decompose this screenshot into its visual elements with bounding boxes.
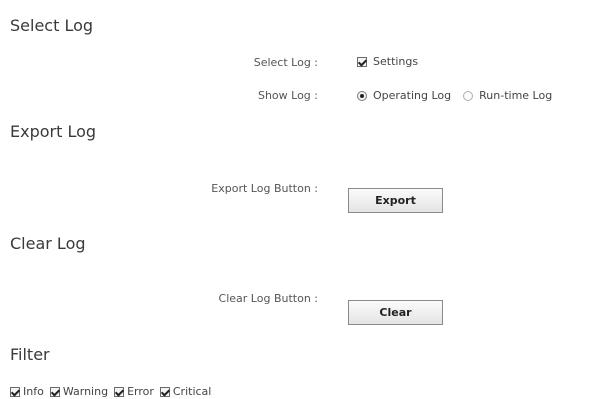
clear-log-heading: Clear Log [10,234,86,253]
export-button[interactable]: Export [348,188,443,213]
filter-info-label: Info [23,385,44,398]
filter-info-checkbox[interactable] [10,386,20,397]
settings-checkbox[interactable] [357,56,367,67]
filter-heading: Filter [10,345,50,364]
filter-warning-option[interactable]: Warning [49,385,109,398]
operating-log-label: Operating Log [373,89,452,102]
runtime-log-option[interactable]: Run-time Log [463,89,552,102]
operating-log-radio[interactable] [357,90,367,101]
filter-critical-label: Critical [172,385,212,398]
filter-error-label: Error [127,385,154,398]
export-log-heading: Export Log [10,122,97,141]
filter-error-option[interactable]: Error [114,385,154,398]
show-log-label: Show Log : [257,89,318,102]
runtime-log-radio[interactable] [463,90,474,101]
clear-button[interactable]: Clear [348,300,443,325]
filter-warning-label: Warning [62,385,109,398]
log-settings-page: Select Log Select Log : Settings Show Lo… [0,0,601,399]
filter-critical-option[interactable]: Critical [159,385,212,398]
filter-warning-checkbox[interactable] [49,386,60,397]
select-log-heading: Select Log [10,16,94,35]
filter-error-checkbox[interactable] [114,386,125,397]
filter-info-option[interactable]: Info [10,385,44,398]
filter-critical-checkbox[interactable] [159,386,170,397]
operating-log-option[interactable]: Operating Log [357,89,451,102]
settings-checkbox-field[interactable]: Settings [357,55,418,68]
runtime-log-label: Run-time Log [479,89,553,102]
filter-options: Info Warning Error Critical [10,385,217,398]
export-log-button-label: Export Log Button : [211,182,318,195]
clear-log-button-label: Clear Log Button : [218,292,318,305]
select-log-label: Select Log : [253,56,318,69]
show-log-radio-group: Operating Log Run-time Log [357,89,552,102]
settings-checkbox-label: Settings [373,55,419,68]
